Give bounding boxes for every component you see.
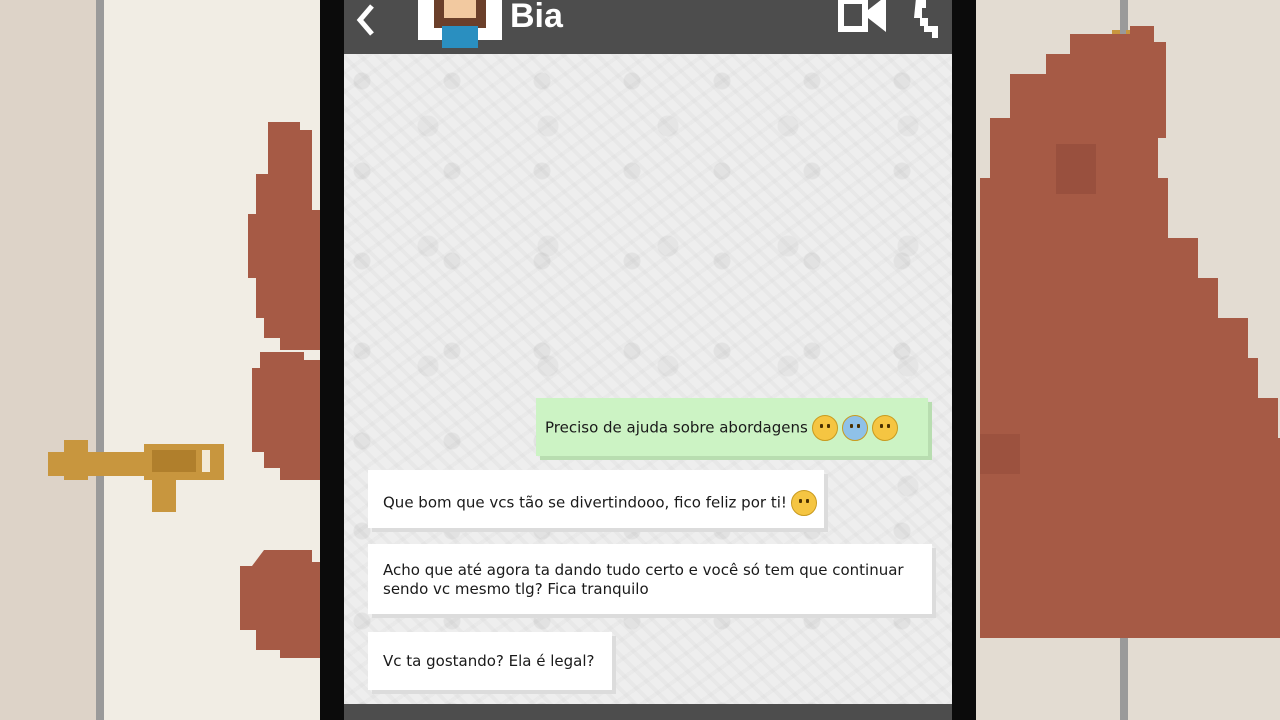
girl-avatar-icon[interactable] [416,0,504,50]
message-outgoing: Preciso de ajuda sobre abordagens [536,398,928,456]
right-hand [980,26,1280,638]
door-latch-icon [48,440,224,512]
left-hand-fingers [240,122,320,658]
worried-face-emoji [811,415,838,441]
chevron-left-icon[interactable] [352,0,382,44]
pleading-face-emoji [790,490,817,516]
message-composer-bar[interactable] [344,704,952,720]
message-incoming: Acho que até agora ta dando tudo certo e… [368,544,932,614]
message-list[interactable]: Preciso de ajuda sobre abordagens Que bo… [344,54,952,704]
phone-call-icon[interactable] [912,0,946,42]
screaming-face-emoji [841,415,868,441]
contact-name[interactable]: Bia [510,0,563,36]
chat-header: Bia [344,0,952,54]
chat-screen: Bia Preciso de ajuda sobre abordagens Qu… [344,0,952,720]
phone-device: Bia Preciso de ajuda sobre abordagens Qu… [320,0,976,720]
message-incoming: Vc ta gostando? Ela é legal? [368,632,612,690]
message-text: Que bom que vcs tão se divertindooo, fic… [383,493,787,512]
message-text: Preciso de ajuda sobre abordagens [545,418,808,437]
video-call-icon[interactable] [838,0,892,40]
door-edge-line [96,0,104,720]
shushing-face-emoji [871,415,898,441]
message-text: Acho que até agora ta dando tudo certo e… [383,561,904,598]
message-incoming: Que bom que vcs tão se divertindooo, fic… [368,470,824,528]
message-text: Vc ta gostando? Ela é legal? [383,652,595,670]
game-scene: Bia Preciso de ajuda sobre abordagens Qu… [0,0,1280,720]
